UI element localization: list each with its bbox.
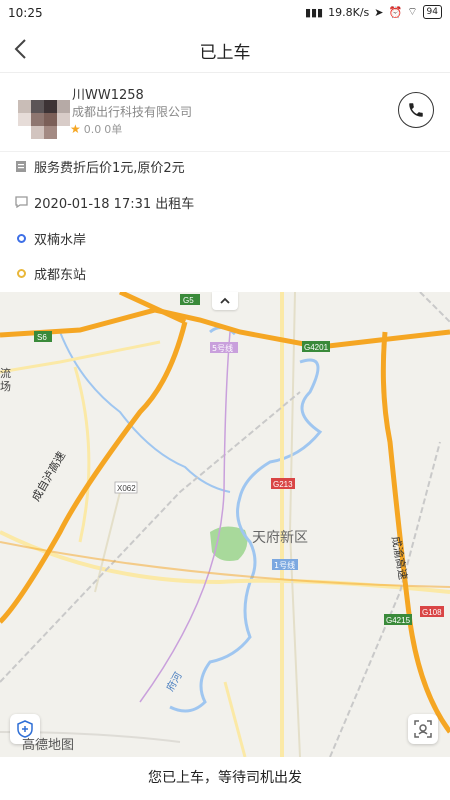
map-brand: 高德地图 — [22, 738, 75, 753]
rating-value: 0.0 — [83, 122, 102, 136]
driver-rating: ★ 0.0 0单 — [70, 121, 122, 137]
trip-status-message: 您已上车，等待司机出发 — [0, 757, 450, 800]
driver-card: 川WW1258 成都出行科技有限公司 ★ 0.0 0单 — [0, 73, 450, 152]
destination-row: 成都东站 — [0, 258, 450, 288]
alarm-icon: ⏰ — [388, 5, 403, 19]
driver-avatar — [18, 87, 70, 139]
status-time: 10:25 — [8, 6, 43, 20]
metro-label-1: 1号线 — [274, 560, 295, 570]
collapse-map-button[interactable] — [212, 292, 238, 310]
left-edge-label: 流 场 — [0, 366, 15, 393]
origin-row: 双楠水岸 — [0, 223, 450, 253]
header: 已上车 — [0, 26, 450, 73]
origin-dot-icon — [14, 231, 28, 245]
district-label: 天府新区 — [252, 530, 308, 546]
road-label-g5: G5 — [183, 296, 194, 305]
locate-button[interactable] — [408, 714, 438, 744]
road-label-x062: X062 — [117, 484, 136, 493]
trip-destination: 成都东站 — [34, 267, 87, 283]
status-bar: 10:25 ▮▮▮ 19.8K/s ➤ ⏰ ⌔ 94 — [0, 0, 450, 26]
road-label-g4201: G4201 — [304, 343, 329, 352]
network-speed: 19.8K/s — [328, 5, 370, 19]
receipt-icon — [14, 159, 28, 173]
page-title: 已上车 — [199, 43, 251, 63]
fare-row: 服务费折后价1元,原价2元 — [0, 151, 450, 181]
driver-plate: 川WW1258 — [72, 88, 144, 103]
call-driver-button[interactable] — [398, 92, 434, 128]
road-label-s6: S6 — [37, 333, 47, 342]
trip-origin: 双楠水岸 — [34, 232, 87, 248]
location-arrow-icon: ➤ — [374, 5, 384, 19]
road-label-g4215: G4215 — [386, 616, 411, 625]
battery-indicator: 94 — [422, 5, 442, 19]
highway-label-west: 成自泸高速 — [28, 449, 68, 504]
driver-company: 成都出行科技有限公司 — [72, 105, 193, 119]
locate-icon — [414, 720, 432, 738]
order-count: 0单 — [104, 123, 123, 136]
left-edge-label-1: 流 — [0, 366, 11, 380]
destination-dot-icon — [14, 266, 28, 280]
chevron-up-icon — [220, 297, 230, 304]
river-label: 府河 — [163, 670, 184, 694]
road-label-g213: G213 — [273, 480, 293, 489]
highway-label-east: 成渝高速 — [389, 535, 410, 581]
star-icon: ★ — [70, 122, 81, 136]
phone-icon — [409, 103, 423, 117]
road-label-g108: G108 — [422, 608, 442, 617]
status-icons: ▮▮▮ 19.8K/s ➤ ⏰ ⌔ 94 — [305, 5, 442, 19]
metro-label-5: 5号线 — [212, 343, 233, 353]
message-icon — [14, 195, 28, 209]
left-edge-label-2: 场 — [0, 379, 11, 393]
trip-time-type: 2020-01-18 17:31 出租车 — [34, 196, 195, 212]
signal-icon: ▮▮▮ — [304, 5, 324, 19]
time-row: 2020-01-18 17:31 出租车 — [0, 187, 450, 217]
wifi-icon: ⌔ — [407, 5, 418, 18]
fare-note: 服务费折后价1元,原价2元 — [34, 160, 185, 176]
map-view[interactable]: G5 S6 G4201 5号线 X062 G213 1号线 G4215 G108… — [0, 292, 450, 757]
map-canvas: G5 S6 G4201 5号线 X062 G213 1号线 G4215 G108… — [0, 292, 450, 757]
